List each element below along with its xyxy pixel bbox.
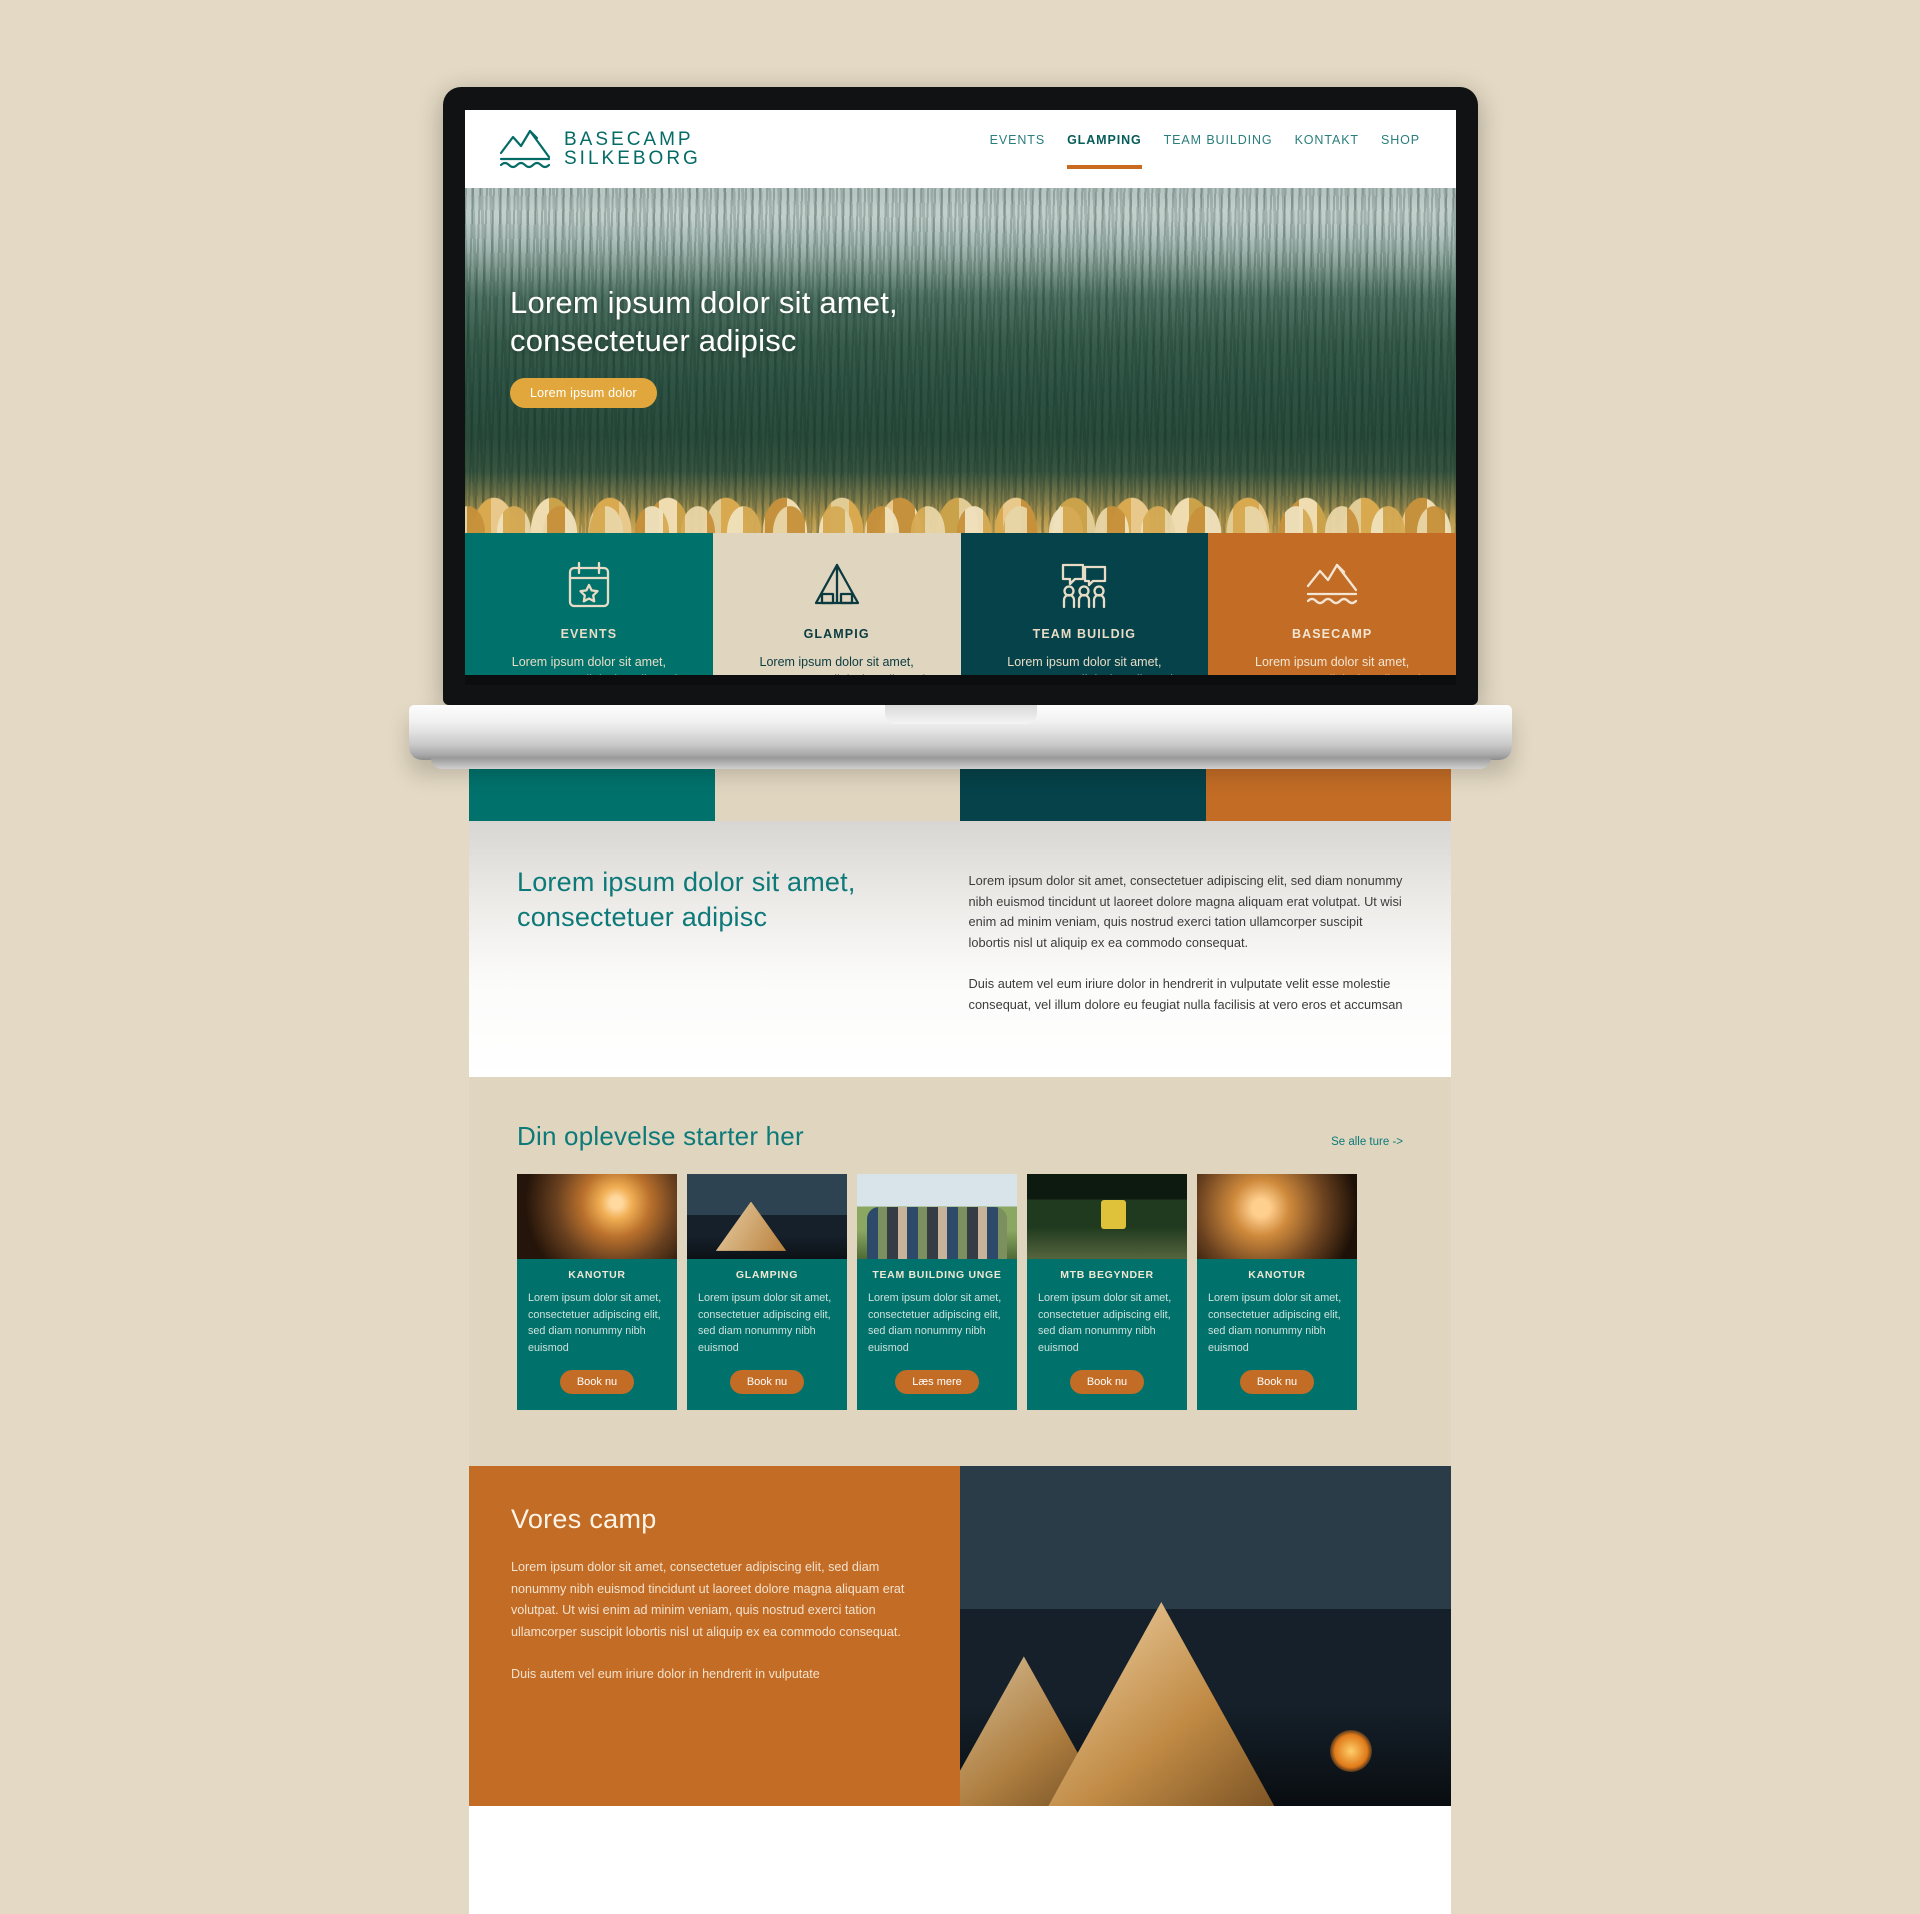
feature-tile-title: BASECAMP	[1291, 627, 1373, 641]
screen-content: BASECAMP SILKEBORG EVENTS GLAMPING TEAM …	[465, 110, 1456, 675]
hero-cta-button[interactable]: Lorem ipsum dolor	[510, 378, 657, 409]
laptop-mockup: BASECAMP SILKEBORG EVENTS GLAMPING TEAM …	[409, 87, 1512, 769]
our-camp-title: Vores camp	[511, 1503, 657, 1534]
see-all-tours-link[interactable]: Se alle ture ->	[1331, 1136, 1403, 1148]
brand-line-silkeborg: SILKEBORG	[564, 148, 701, 169]
nav-item-team-building[interactable]: TEAM BUILDING	[1164, 133, 1273, 165]
experience-card-button[interactable]: Book nu	[559, 1369, 635, 1394]
night-glamping-tents-photo	[960, 1465, 1451, 1806]
mountain-biker-photo	[1027, 1174, 1187, 1260]
experience-card-title: KANOTUR	[568, 1269, 626, 1282]
experience-card-desc: Lorem ipsum dolor sit amet, consectetuer…	[528, 1292, 662, 1354]
experiences-header: Din oplevelse starter her Se alle ture -…	[517, 1121, 1403, 1152]
experience-card-title: MTB BEGYNDER	[1060, 1269, 1154, 1282]
canoe-sunrise-photo	[517, 1174, 677, 1260]
canoe-mist-photo	[1197, 1174, 1357, 1260]
screen-main-navigation: EVENTS GLAMPING TEAM BUILDING KONTAKT SH…	[990, 133, 1430, 169]
feature-tile-desc: Lorem ipsum dolor sit amet, consectetuer…	[748, 655, 925, 675]
experience-card-body: KANOTUR Lorem ipsum dolor sit amet, cons…	[1197, 1259, 1357, 1410]
hero-title: Lorem ipsum dolor sit amet, consectetuer…	[510, 284, 1396, 360]
experience-card-body: GLAMPING Lorem ipsum dolor sit amet, con…	[687, 1259, 847, 1410]
our-camp-paragraph-1: Lorem ipsum dolor sit amet, consectetuer…	[511, 1559, 905, 1639]
feature-tile-desc: Lorem ipsum dolor sit amet, consectetuer…	[996, 655, 1173, 675]
feature-tile-title: TEAM BUILDIG	[1032, 627, 1137, 641]
screen-brand-text: BASECAMP SILKEBORG	[564, 128, 701, 169]
laptop-base	[409, 705, 1512, 769]
experience-card-button[interactable]: Læs mere	[895, 1369, 979, 1394]
experience-card-body: MTB BEGYNDER Lorem ipsum dolor sit amet,…	[1027, 1259, 1187, 1410]
screen-site-header: BASECAMP SILKEBORG EVENTS GLAMPING TEAM …	[465, 110, 1456, 188]
tent-icon	[810, 559, 864, 611]
experience-card-button[interactable]: Book nu	[1069, 1369, 1145, 1394]
experience-card-title: GLAMPING	[735, 1269, 799, 1282]
intro-heading: Lorem ipsum dolor sit amet, consectetuer…	[517, 867, 856, 932]
experience-card[interactable]: MTB BEGYNDER Lorem ipsum dolor sit amet,…	[1027, 1174, 1187, 1410]
feature-tile-desc: Lorem ipsum dolor sit amet, consectetuer…	[500, 655, 677, 675]
laptop-hinge-area	[409, 705, 1512, 769]
our-camp-text-column: Vores camp Lorem ipsum dolor sit amet, c…	[469, 1465, 960, 1806]
feature-tile-desc: Lorem ipsum dolor sit amet, consectetuer…	[1244, 655, 1421, 675]
experience-card-desc: Lorem ipsum dolor sit amet, consectetuer…	[868, 1292, 1002, 1354]
experience-card-body: TEAM BUILDING UNGE Lorem ipsum dolor sit…	[857, 1259, 1017, 1410]
experience-card[interactable]: TEAM BUILDING UNGE Lorem ipsum dolor sit…	[857, 1174, 1017, 1410]
screen-hero-copy: Lorem ipsum dolor sit amet, consectetuer…	[510, 284, 1396, 409]
experience-card[interactable]: KANOTUR Lorem ipsum dolor sit amet, cons…	[1197, 1174, 1357, 1410]
intro-paragraph-1: Lorem ipsum dolor sit amet, consectetuer…	[968, 873, 1403, 951]
feature-tile-events[interactable]: EVENTS Lorem ipsum dolor sit amet, conse…	[465, 533, 713, 675]
experience-card[interactable]: GLAMPING Lorem ipsum dolor sit amet, con…	[687, 1174, 847, 1410]
intro-left-column: Lorem ipsum dolor sit amet, consectetuer…	[517, 865, 925, 1015]
our-camp-paragraph-2: Duis autem vel eum iriure dolor in hendr…	[511, 1666, 820, 1681]
team-speech-icon	[1057, 559, 1111, 611]
camp-tent-primary	[1048, 1601, 1275, 1806]
mountain-waves-icon	[1305, 559, 1359, 611]
feature-tile-title: EVENTS	[560, 627, 618, 641]
laptop-base-foot	[430, 758, 1491, 769]
laptop-lid: BASECAMP SILKEBORG EVENTS GLAMPING TEAM …	[443, 87, 1478, 705]
experience-card-list: KANOTUR Lorem ipsum dolor sit amet, cons…	[517, 1174, 1403, 1410]
intro-right-column: Lorem ipsum dolor sit amet, consectetuer…	[969, 865, 1403, 1015]
calendar-star-icon	[562, 559, 616, 611]
hero-title-line-1: Lorem ipsum dolor sit amet,	[510, 285, 898, 320]
experience-card[interactable]: KANOTUR Lorem ipsum dolor sit amet, cons…	[517, 1174, 677, 1410]
intro-section: Lorem ipsum dolor sit amet, consectetuer…	[469, 821, 1451, 1078]
brand-line-basecamp: BASECAMP	[564, 128, 694, 150]
feature-tile-basecamp[interactable]: BASECAMP Lorem ipsum dolor sit amet, con…	[1208, 533, 1456, 675]
experience-card-desc: Lorem ipsum dolor sit amet, consectetuer…	[698, 1292, 832, 1354]
experience-card-body: KANOTUR Lorem ipsum dolor sit amet, cons…	[517, 1259, 677, 1410]
intro-paragraph-2: Duis autem vel eum iriure dolor in hendr…	[968, 975, 1403, 1012]
our-camp-section: Vores camp Lorem ipsum dolor sit amet, c…	[469, 1465, 1451, 1806]
nav-item-kontakt[interactable]: KONTAKT	[1295, 133, 1359, 165]
laptop-screen: BASECAMP SILKEBORG EVENTS GLAMPING TEAM …	[465, 110, 1456, 675]
mountain-waves-logo-icon	[499, 127, 553, 171]
experience-card-title: TEAM BUILDING UNGE	[872, 1269, 1002, 1282]
glamping-tents-photo	[687, 1174, 847, 1260]
experience-card-desc: Lorem ipsum dolor sit amet, consectetuer…	[1038, 1292, 1172, 1354]
feature-tile-glamping[interactable]: GLAMPIG Lorem ipsum dolor sit amet, cons…	[712, 533, 961, 675]
screen-feature-tiles: EVENTS Lorem ipsum dolor sit amet, conse…	[465, 533, 1456, 675]
experience-card-button[interactable]: Book nu	[729, 1369, 805, 1394]
screen-hero-banner: Lorem ipsum dolor sit amet, consectetuer…	[465, 188, 1456, 533]
experience-card-desc: Lorem ipsum dolor sit amet, consectetuer…	[1208, 1292, 1342, 1354]
experience-card-title: KANOTUR	[1248, 1269, 1306, 1282]
experience-card-button[interactable]: Book nu	[1239, 1369, 1315, 1394]
screen-brand-logo[interactable]: BASECAMP SILKEBORG	[499, 127, 701, 171]
nav-item-shop[interactable]: SHOP	[1381, 133, 1420, 165]
nav-item-glamping[interactable]: GLAMPING	[1067, 133, 1142, 169]
laptop-lid-chin	[465, 675, 1456, 685]
youth-group-photo	[857, 1174, 1017, 1260]
feature-tile-title: GLAMPIG	[803, 627, 870, 641]
hero-autumn-treeline-back	[465, 445, 1456, 533]
hero-title-line-2: consectetuer adipisc	[510, 323, 797, 359]
experiences-title: Din oplevelse starter her	[517, 1121, 804, 1152]
feature-tile-team-building[interactable]: TEAM BUILDIG Lorem ipsum dolor sit amet,…	[960, 533, 1209, 675]
campfire-glow	[1330, 1729, 1373, 1772]
nav-item-events[interactable]: EVENTS	[990, 133, 1045, 165]
experiences-section: Din oplevelse starter her Se alle ture -…	[469, 1077, 1451, 1466]
